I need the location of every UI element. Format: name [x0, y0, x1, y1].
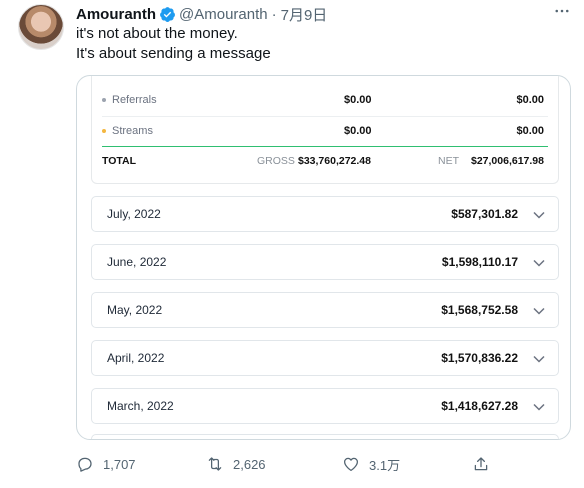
chevron-down-icon[interactable]	[532, 352, 546, 366]
row-value: $0.00	[516, 94, 544, 106]
avatar[interactable]	[18, 4, 64, 50]
bullet-icon	[102, 98, 106, 102]
divider	[102, 116, 548, 117]
tweet-date[interactable]: 7月9日	[281, 4, 328, 25]
earnings-row-streams: Streams $0.00 $0.00	[102, 121, 548, 141]
month-row[interactable]: March, 2022 $1,418,627.28	[91, 388, 559, 424]
month-row-partial	[91, 434, 559, 439]
month-row[interactable]: May, 2022 $1,568,752.58	[91, 292, 559, 328]
retweet-icon	[208, 457, 222, 471]
chevron-down-icon[interactable]	[532, 304, 546, 318]
reply-count: 1,707	[103, 456, 136, 472]
net-label: NET	[438, 155, 459, 167]
month-label: July, 2022	[107, 207, 161, 221]
tweet-header: Amouranth @Amouranth · 7月9日	[76, 4, 327, 24]
share-icon	[474, 457, 488, 471]
gross-value: $33,760,272.48	[298, 155, 371, 167]
author-name[interactable]: Amouranth	[76, 6, 156, 23]
row-value: $0.00	[344, 94, 372, 106]
month-value: $1,568,752.58	[441, 303, 518, 317]
total-label: TOTAL	[102, 155, 137, 167]
reply-button[interactable]: 1,707	[76, 452, 136, 476]
author-handle[interactable]: @Amouranth	[179, 6, 268, 23]
chevron-down-icon[interactable]	[532, 208, 546, 222]
chevron-down-icon[interactable]	[532, 400, 546, 414]
tweet-line: it's not about the money.	[76, 25, 238, 42]
month-row[interactable]: June, 2022 $1,598,110.17	[91, 244, 559, 280]
gross-label: GROSS	[257, 155, 295, 167]
retweet-count: 2,626	[233, 456, 266, 472]
separator-dot: ·	[271, 5, 277, 23]
bullet-icon	[102, 129, 106, 133]
action-bar: 1,707 2,626 3.1万	[76, 452, 506, 476]
month-row[interactable]: July, 2022 $587,301.82	[91, 196, 559, 232]
like-count: 3.1万	[369, 457, 401, 473]
month-label: May, 2022	[107, 303, 163, 317]
total-row: TOTAL GROSS $33,760,272.48 NET $27,006,6…	[102, 151, 548, 171]
net-value: $27,006,617.98	[471, 155, 544, 167]
tweet: Amouranth @Amouranth · 7月9日 it's not abo…	[0, 0, 584, 488]
month-value: $587,301.82	[451, 207, 518, 221]
like-icon	[343, 457, 359, 472]
row-value: $0.00	[344, 125, 372, 137]
verified-icon	[159, 6, 176, 23]
reply-icon	[78, 457, 92, 472]
more-icon[interactable]	[550, 2, 574, 20]
tweet-text: it's not about the money. It's about sen…	[76, 24, 271, 64]
month-row[interactable]: April, 2022 $1,570,836.22	[91, 340, 559, 376]
row-label: Streams	[112, 125, 153, 137]
month-value: $1,418,627.28	[441, 399, 518, 413]
month-value: $1,598,110.17	[441, 255, 518, 269]
month-label: March, 2022	[107, 399, 174, 413]
share-button[interactable]	[472, 452, 499, 476]
month-label: April, 2022	[107, 351, 165, 365]
month-value: $1,570,836.22	[441, 351, 518, 365]
month-label: June, 2022	[107, 255, 167, 269]
chevron-down-icon[interactable]	[532, 256, 546, 270]
retweet-button[interactable]: 2,626	[206, 452, 266, 476]
like-button[interactable]: 3.1万	[342, 452, 400, 476]
earnings-row-referrals: Referrals $0.00 $0.00	[102, 90, 548, 110]
row-label: Referrals	[112, 94, 157, 106]
attached-image[interactable]: Referrals $0.00 $0.00 Streams $0.00 $0.0…	[76, 75, 571, 440]
earnings-summary: Referrals $0.00 $0.00 Streams $0.00 $0.0…	[91, 76, 559, 184]
row-value: $0.00	[516, 125, 544, 137]
tweet-line: It's about sending a message	[76, 45, 271, 62]
accent-divider	[102, 146, 548, 147]
